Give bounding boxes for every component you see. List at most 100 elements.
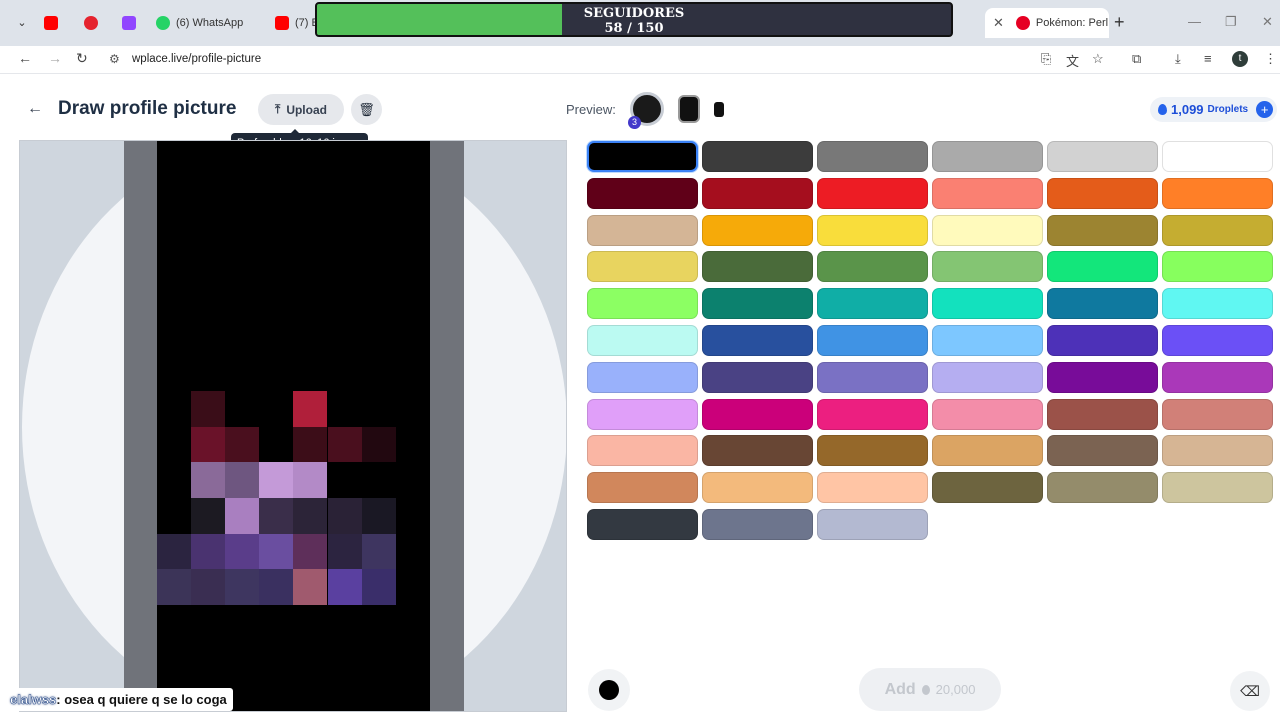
color-swatch[interactable] [817,435,928,467]
color-swatch[interactable] [817,288,928,320]
tab-recording[interactable] [84,8,104,38]
add-button[interactable]: Add 20,000 [859,668,1001,711]
color-swatch[interactable] [587,361,698,393]
color-swatch[interactable] [932,141,1043,172]
color-swatch[interactable] [932,361,1043,393]
close-icon[interactable]: ✕ [257,15,258,31]
install-app-icon[interactable]: ⎘ [1041,51,1051,67]
reload-icon[interactable]: ↻ [76,50,88,67]
color-swatch[interactable] [587,398,698,430]
site-info-icon[interactable]: ⚙ [109,52,120,66]
color-swatch[interactable] [1162,361,1273,393]
color-swatch[interactable] [932,251,1043,283]
color-swatch[interactable] [702,141,813,172]
close-icon[interactable]: ✕ [993,15,1004,31]
maximize-icon[interactable]: ❐ [1225,14,1237,30]
color-swatch[interactable] [702,398,813,430]
color-swatch[interactable] [1162,177,1273,209]
add-droplets-button[interactable]: + [1256,101,1274,118]
color-swatch[interactable] [1047,251,1158,283]
tab-pinterest[interactable]: ✕ Pokémon: Perl [985,8,1109,38]
color-swatch[interactable] [932,398,1043,430]
color-swatch[interactable] [702,361,813,393]
color-swatch[interactable] [702,288,813,320]
color-swatch[interactable] [702,177,813,209]
color-swatch[interactable] [817,472,928,504]
color-swatch[interactable] [1047,288,1158,320]
color-swatch[interactable] [702,472,813,504]
color-swatch[interactable] [817,398,928,430]
color-swatch[interactable] [587,214,698,246]
download-icon[interactable]: ⤓ [1175,51,1181,67]
pixel-layer[interactable] [157,141,430,711]
color-swatch[interactable] [587,141,698,172]
color-swatch[interactable] [817,361,928,393]
color-swatch[interactable] [932,472,1043,504]
tab-search-dropdown-icon[interactable]: ⌄ [10,12,34,34]
color-swatch[interactable] [817,509,928,540]
delete-button[interactable]: 🗑 [351,94,382,125]
color-swatch[interactable] [1162,325,1273,356]
drawing-canvas[interactable] [19,140,567,712]
color-swatch[interactable] [932,177,1043,209]
color-swatch[interactable] [587,251,698,283]
color-swatch[interactable] [1047,214,1158,246]
tab-youtube-2[interactable]: (7) E [275,8,315,38]
eraser-button[interactable]: ⌫ [1230,671,1270,711]
close-window-icon[interactable]: ✕ [1262,14,1273,30]
color-swatch[interactable] [1162,398,1273,430]
url-field[interactable]: wplace.live/profile-picture [132,53,261,65]
media-control-icon[interactable]: ≡ [1204,51,1212,66]
preview-medium[interactable] [678,95,700,123]
color-swatch[interactable] [587,472,698,504]
color-swatch[interactable] [817,177,928,209]
color-swatch[interactable] [1047,361,1158,393]
upload-button[interactable]: ⤒ Upload [258,94,344,125]
color-swatch[interactable] [1162,141,1273,172]
color-swatch[interactable] [817,325,928,356]
color-swatch[interactable] [932,214,1043,246]
color-swatch[interactable] [1162,214,1273,246]
color-swatch[interactable] [702,509,813,540]
color-swatch[interactable] [587,435,698,467]
translate-icon[interactable]: 文 [1066,51,1079,70]
color-swatch[interactable] [1162,288,1273,320]
color-swatch[interactable] [702,435,813,467]
color-swatch[interactable] [932,288,1043,320]
color-swatch[interactable] [932,325,1043,356]
color-swatch[interactable] [1162,472,1273,504]
color-swatch[interactable] [702,325,813,356]
color-swatch[interactable] [587,177,698,209]
tab-youtube[interactable] [44,8,64,38]
new-tab-button[interactable]: + [1114,12,1125,33]
tab-whatsapp[interactable]: (6) WhatsApp ✕ [156,8,258,38]
tab-twitch[interactable] [122,8,142,38]
color-swatch[interactable] [587,509,698,540]
preview-small[interactable] [714,102,724,117]
color-swatch[interactable] [817,251,928,283]
extensions-icon[interactable]: ⧉ [1132,51,1141,67]
color-swatch[interactable] [702,251,813,283]
color-swatch[interactable] [1047,177,1158,209]
color-swatch[interactable] [1047,472,1158,504]
minimize-icon[interactable]: — [1188,14,1201,29]
color-swatch[interactable] [1047,141,1158,172]
color-swatch[interactable] [702,214,813,246]
forward-icon[interactable]: → [48,50,62,66]
back-arrow-icon[interactable]: ← [27,100,43,118]
color-swatch[interactable] [1162,435,1273,467]
color-swatch[interactable] [1047,325,1158,356]
bookmark-star-icon[interactable]: ☆ [1092,51,1104,67]
back-icon[interactable]: ← [18,50,32,66]
color-swatch[interactable] [587,288,698,320]
color-swatch[interactable] [817,214,928,246]
menu-icon[interactable]: ⋮ [1264,51,1277,67]
profile-avatar[interactable]: t [1232,51,1248,67]
color-swatch[interactable] [587,325,698,356]
color-swatch[interactable] [1047,398,1158,430]
color-swatch[interactable] [1162,251,1273,283]
color-swatch[interactable] [932,435,1043,467]
current-color-button[interactable] [588,669,630,711]
color-swatch[interactable] [817,141,928,172]
color-swatch[interactable] [1047,435,1158,467]
